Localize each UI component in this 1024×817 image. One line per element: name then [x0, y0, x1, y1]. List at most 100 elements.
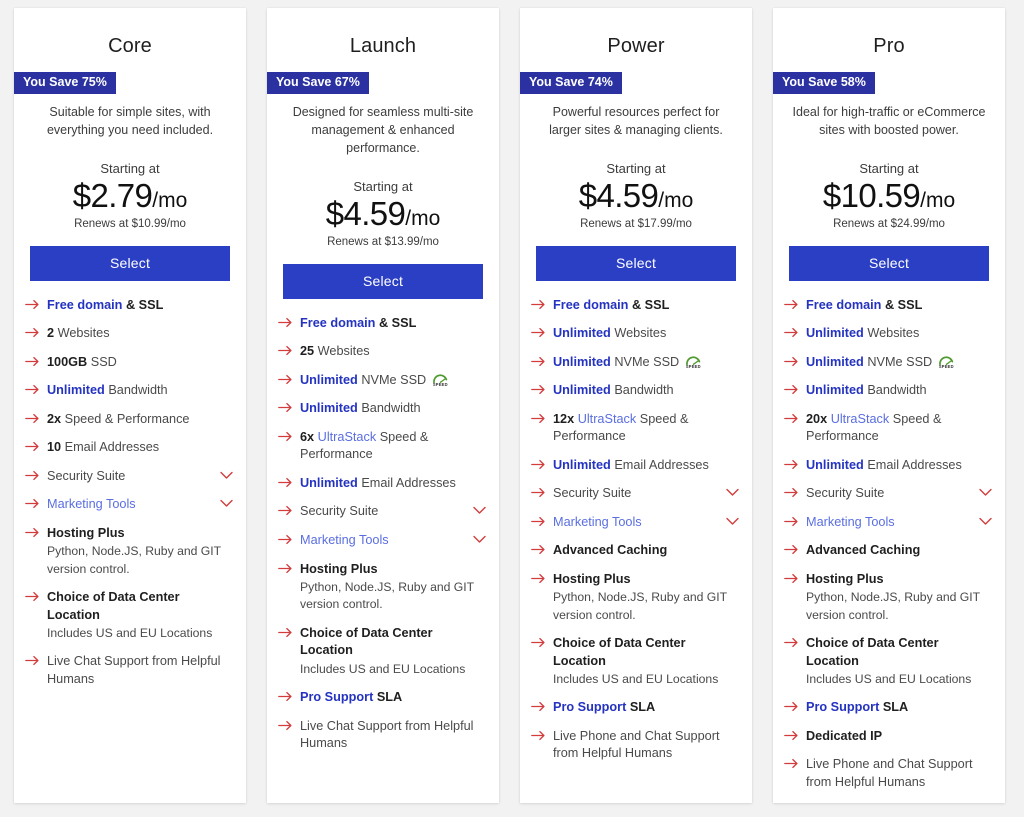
feature-text: Choice of Data Center Location — [806, 636, 939, 668]
feature-item[interactable]: Marketing Tools — [784, 514, 992, 543]
feature-body: Free domain & SSL — [806, 297, 992, 315]
feature-subtext: Includes US and EU Locations — [300, 661, 466, 676]
feature-body: 2 Websites — [47, 325, 233, 343]
arrow-right-icon — [278, 475, 293, 488]
price-period: /mo — [405, 206, 441, 230]
feature-item[interactable]: Security Suite — [278, 503, 486, 532]
renewal-price: Renews at $24.99/mo — [833, 217, 945, 230]
feature-item[interactable]: Security Suite — [531, 485, 739, 514]
feature-text: Live Chat Support from Helpful Humans — [47, 654, 220, 686]
feature-body: Unlimited Websites — [806, 325, 992, 343]
arrow-right-icon — [25, 297, 40, 310]
select-plan-button[interactable]: Select — [283, 263, 483, 299]
plan-card-pro: Pro You Save 58% Ideal for high-traffic or… — [773, 8, 1005, 803]
arrow-right-icon — [25, 439, 40, 452]
feature-body: Hosting Plus Python, Node.JS, Ruby and GI… — [300, 561, 486, 614]
feature-item[interactable]: Security Suite — [784, 485, 992, 514]
feature-item[interactable]: Marketing Tools — [531, 514, 739, 543]
chevron-down-icon[interactable] — [726, 514, 739, 526]
arrow-right-icon — [531, 354, 546, 367]
arrow-right-icon — [25, 496, 40, 509]
feature-text-segment: Unlimited — [300, 475, 358, 490]
arrow-right-icon — [531, 699, 546, 712]
feature-text: 6x UltraStack Speed & Performance — [300, 430, 428, 462]
feature-list: Free domain & SSL 25 Websites Unlimited NV… — [267, 299, 499, 778]
feature-text: Security Suite — [806, 486, 884, 500]
pricing-plans-grid: Core You Save 75% Suitable for simple site… — [0, 0, 1024, 812]
price-line: $4.59/mo — [267, 194, 499, 233]
feature-text: 2 Websites — [47, 326, 110, 340]
feature-body: Unlimited Email Addresses — [553, 457, 739, 475]
arrow-right-icon — [278, 343, 293, 356]
chevron-down-icon[interactable] — [473, 503, 486, 515]
plan-description: Designed for seamless multi-site managem… — [292, 104, 474, 155]
arrow-right-icon — [278, 315, 293, 328]
feature-text-segment: Unlimited — [553, 383, 611, 398]
feature-text: Unlimited Bandwidth — [47, 383, 168, 397]
feature-text-segment: 6x — [300, 429, 315, 444]
feature-item: Unlimited Websites — [531, 325, 739, 354]
feature-item: Unlimited Email Addresses — [784, 457, 992, 486]
feature-text-segment: Bandwidth — [863, 383, 927, 398]
starting-at-label: Starting at — [100, 160, 160, 176]
feature-body: Choice of Data Center Location Includes U… — [553, 635, 739, 688]
chevron-down-icon[interactable] — [473, 532, 486, 544]
feature-body: 20x UltraStack Speed & Performance — [806, 411, 992, 446]
feature-text-segment: Websites — [54, 326, 110, 341]
feature-text: Unlimited NVMe SSD SPEED — [553, 355, 702, 369]
chevron-down-icon[interactable] — [979, 514, 992, 526]
feature-text-segment: & SSL — [628, 297, 670, 312]
select-plan-button[interactable]: Select — [789, 245, 989, 281]
chevron-down-icon[interactable] — [220, 468, 233, 480]
feature-item: 6x UltraStack Speed & Performance — [278, 429, 486, 475]
feature-text: Free domain & SSL — [806, 298, 922, 312]
feature-text-segment: Speed & Performance — [61, 411, 190, 426]
arrow-right-icon — [25, 525, 40, 538]
select-plan-button[interactable]: Select — [536, 245, 736, 281]
feature-body: Security Suite — [806, 485, 973, 503]
arrow-right-icon — [531, 542, 546, 555]
arrow-right-icon — [784, 542, 799, 555]
feature-text: Unlimited Email Addresses — [553, 458, 709, 472]
feature-text-segment: Unlimited — [806, 383, 864, 398]
feature-text: 12x UltraStack Speed & Performance — [553, 412, 688, 444]
price-line: $4.59/mo — [520, 176, 752, 215]
feature-text-segment: Advanced Caching — [553, 543, 668, 558]
feature-text: 100GB SSD — [47, 355, 117, 369]
feature-item: Hosting Plus Python, Node.JS, Ruby and GI… — [531, 571, 739, 635]
feature-text-segment: Marketing Tools — [47, 497, 136, 512]
arrow-right-icon — [531, 297, 546, 310]
plan-description: Ideal for high-traffic or eCommerce site… — [792, 104, 986, 137]
feature-text-segment: NVMe SSD — [357, 372, 427, 387]
feature-body: Unlimited Email Addresses — [806, 457, 992, 475]
feature-text-segment: & SSL — [122, 297, 164, 312]
chevron-down-icon[interactable] — [979, 485, 992, 497]
arrow-right-icon — [784, 699, 799, 712]
feature-text: Free domain & SSL — [47, 298, 163, 312]
feature-text-segment: Dedicated IP — [806, 728, 883, 743]
feature-text: Marketing Tools — [553, 515, 642, 529]
feature-text-segment: NVMe SSD — [610, 354, 680, 369]
feature-text: 20x UltraStack Speed & Performance — [806, 412, 941, 444]
chevron-down-icon[interactable] — [726, 485, 739, 497]
feature-list: Free domain & SSL Unlimited Websites Unlim… — [520, 281, 752, 788]
chevron-down-icon[interactable] — [220, 496, 233, 508]
arrow-right-icon — [531, 457, 546, 470]
feature-item: 25 Websites — [278, 343, 486, 372]
feature-body: Unlimited NVMe SSD SPEED — [553, 354, 739, 372]
feature-text-segment: Marketing Tools — [806, 514, 895, 529]
select-plan-button[interactable]: Select — [30, 245, 230, 281]
feature-text: Choice of Data Center Location — [47, 590, 180, 622]
feature-item[interactable]: Security Suite — [25, 468, 233, 497]
feature-body: Choice of Data Center Location Includes U… — [806, 635, 992, 688]
arrow-right-icon — [278, 400, 293, 413]
feature-text-segment: Security Suite — [300, 504, 379, 519]
feature-item[interactable]: Marketing Tools — [25, 496, 233, 525]
feature-subtext: Includes US and EU Locations — [553, 672, 719, 687]
feature-text: Choice of Data Center Location — [553, 636, 686, 668]
price-line: $2.79/mo — [14, 176, 246, 215]
feature-item: Choice of Data Center Location Includes U… — [25, 589, 233, 653]
feature-text-segment: SLA — [626, 700, 656, 715]
feature-list: Free domain & SSL Unlimited Websites Unlim… — [773, 281, 1005, 817]
feature-item[interactable]: Marketing Tools — [278, 532, 486, 561]
